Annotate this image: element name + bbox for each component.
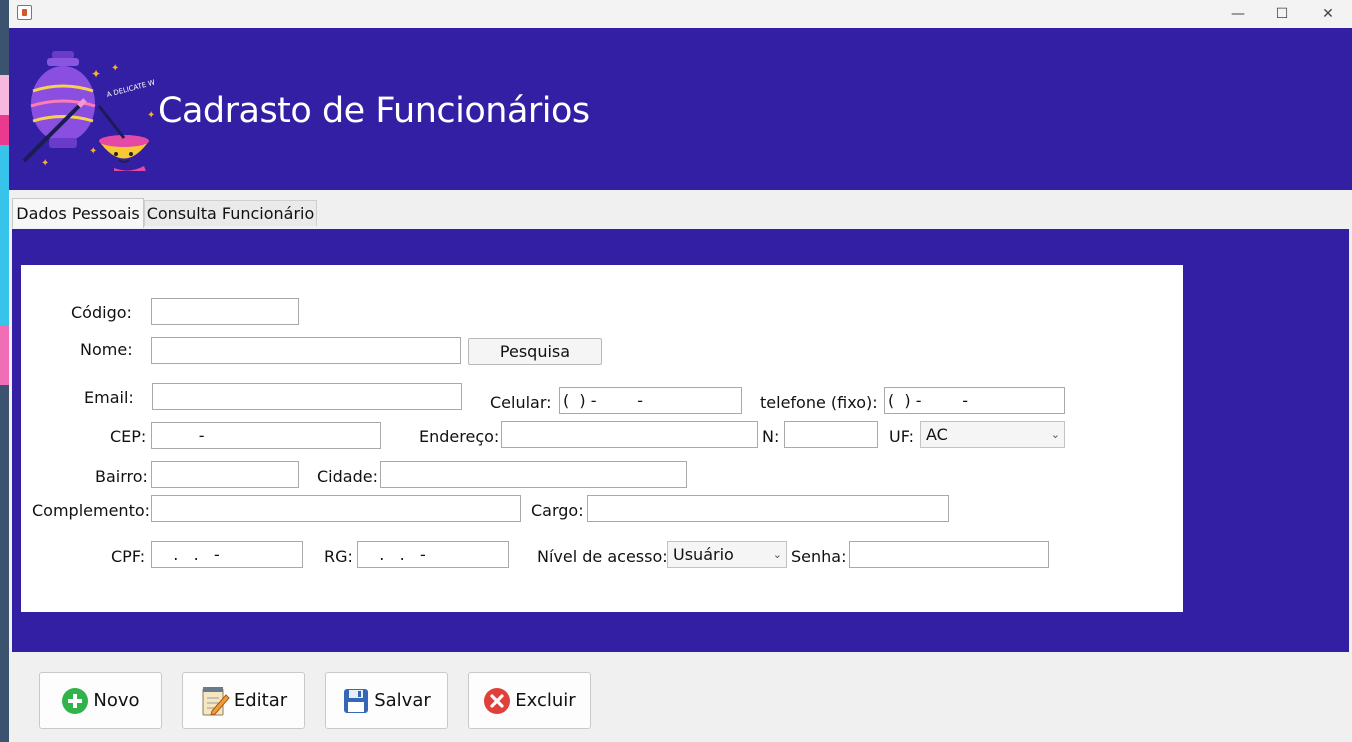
desktop-background (0, 0, 9, 742)
title-bar: — ☐ ✕ (9, 0, 1352, 28)
email-label: Email: (84, 388, 134, 407)
close-circle-icon (484, 687, 511, 714)
minimize-button[interactable]: — (1215, 0, 1261, 28)
email-field[interactable] (152, 383, 462, 410)
senha-field[interactable] (849, 541, 1049, 568)
codigo-label: Código: (71, 303, 132, 322)
header-banner: A DELICATE WORK! ✦ ✦ ✦ ✦ ✦ Cadrasto de F… (9, 28, 1352, 190)
action-toolbar: Novo Editar Salvar Excluir (9, 653, 1352, 742)
logo-icon: A DELICATE WORK! ✦ ✦ ✦ ✦ ✦ (22, 51, 154, 171)
logo-text: A DELICATE WORK! (106, 74, 154, 99)
complemento-label: Complemento: (32, 501, 151, 520)
excluir-button[interactable]: Excluir (468, 672, 591, 729)
codigo-field[interactable] (151, 298, 299, 325)
novo-button[interactable]: Novo (39, 672, 162, 729)
celular-label: Celular: (490, 393, 552, 412)
telefone-field[interactable]: ( ) - - (884, 387, 1065, 414)
complemento-field[interactable] (151, 495, 521, 522)
nome-label: Nome: (80, 340, 133, 359)
app-window: — ☐ ✕ A DELICATE WORK! ✦ ✦ ✦ ✦ ✦ Cadrast… (9, 0, 1352, 742)
numero-field[interactable] (784, 421, 878, 448)
svg-text:✦: ✦ (91, 67, 101, 81)
cargo-label: Cargo: (531, 501, 584, 520)
cargo-field[interactable] (587, 495, 949, 522)
chevron-down-icon: ⌄ (772, 548, 782, 561)
pesquisa-button[interactable]: Pesquisa (468, 338, 602, 365)
salvar-button[interactable]: Salvar (325, 672, 448, 729)
cep-field[interactable]: - (151, 422, 381, 449)
cpf-label: CPF: (111, 547, 146, 566)
tab-dados-pessoais[interactable]: Dados Pessoais (12, 198, 144, 228)
svg-text:✦: ✦ (89, 146, 97, 157)
employee-form: Código: Nome: Pesquisa Email: Celular: (… (21, 265, 1183, 612)
nivel-acesso-select[interactable]: Usuário ⌄ (667, 541, 787, 568)
maximize-button[interactable]: ☐ (1259, 0, 1305, 28)
nivel-acesso-selected-value: Usuário (673, 545, 734, 564)
cpf-field[interactable]: . . - (151, 541, 303, 568)
close-window-button[interactable]: ✕ (1305, 0, 1351, 28)
svg-text:✦: ✦ (111, 63, 119, 74)
notepad-pencil-icon (202, 686, 230, 716)
novo-label: Novo (93, 690, 140, 711)
tab-consulta-funcionario[interactable]: Consulta Funcionário (144, 200, 317, 226)
nome-field[interactable] (151, 337, 461, 364)
uf-select[interactable]: AC ⌄ (920, 421, 1065, 448)
cep-label: CEP: (110, 427, 147, 446)
cidade-field[interactable] (380, 461, 687, 488)
telefone-label: telefone (fixo): (760, 393, 878, 412)
numero-label: N: (762, 427, 780, 446)
page-title: Cadrasto de Funcionários (158, 91, 590, 131)
bairro-label: Bairro: (95, 467, 148, 486)
endereco-label: Endereço: (419, 427, 500, 446)
endereco-field[interactable] (501, 421, 758, 448)
rg-field[interactable]: . . - (357, 541, 509, 568)
bairro-field[interactable] (151, 461, 299, 488)
senha-label: Senha: (791, 547, 847, 566)
floppy-disk-icon (344, 688, 369, 713)
rg-label: RG: (324, 547, 353, 566)
editar-label: Editar (233, 690, 288, 711)
nivel-acesso-label: Nível de acesso: (537, 547, 668, 566)
uf-label: UF: (889, 427, 915, 446)
java-app-icon (17, 5, 32, 20)
excluir-label: Excluir (515, 690, 576, 711)
cidade-label: Cidade: (317, 467, 378, 486)
plus-circle-icon (62, 687, 89, 714)
celular-field[interactable]: ( ) - - (559, 387, 742, 414)
chevron-down-icon: ⌄ (1050, 428, 1060, 441)
svg-text:✦: ✦ (41, 158, 49, 169)
salvar-label: Salvar (374, 690, 431, 711)
svg-text:✦: ✦ (147, 110, 154, 121)
uf-selected-value: AC (926, 425, 948, 444)
editar-button[interactable]: Editar (182, 672, 305, 729)
tab-panel: Código: Nome: Pesquisa Email: Celular: (… (12, 229, 1349, 652)
tab-strip: Dados Pessoais Consulta Funcionário (9, 190, 1352, 228)
